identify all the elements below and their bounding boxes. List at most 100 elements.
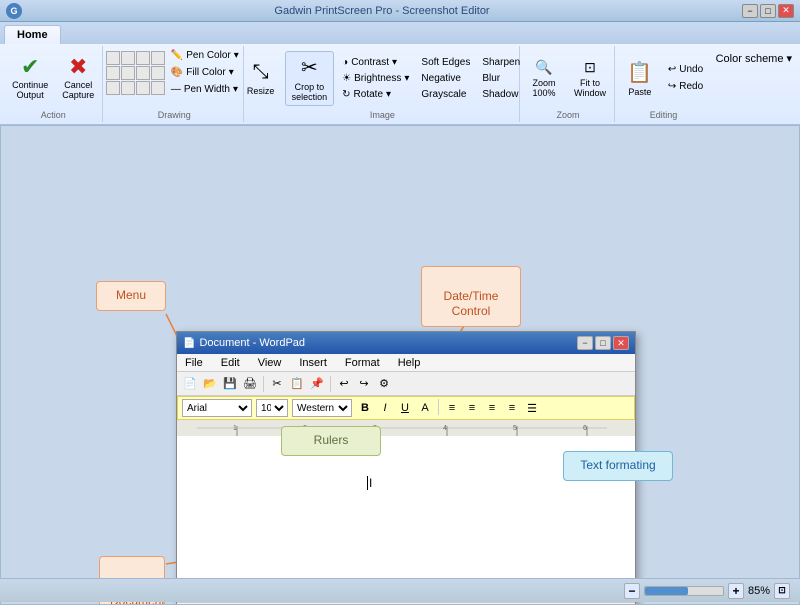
wp-menu-insert[interactable]: Insert — [295, 356, 331, 370]
wp-menu-file[interactable]: File — [181, 356, 207, 370]
zoom-out-button[interactable]: − — [624, 583, 640, 599]
resize-label: Resize — [247, 86, 275, 96]
wp-menu-edit[interactable]: Edit — [217, 356, 244, 370]
wp-print-btn[interactable]: 🖨 — [241, 375, 259, 393]
draw-tool-4[interactable] — [151, 51, 165, 65]
wp-italic-btn[interactable]: I — [376, 399, 394, 417]
draw-tool-5[interactable] — [106, 66, 120, 80]
fit-window-status-button[interactable]: ⊡ — [774, 583, 790, 599]
wordpad-menubar: File Edit View Insert Format Help — [177, 354, 635, 372]
wp-menu-view[interactable]: View — [254, 356, 286, 370]
wp-menu-help[interactable]: Help — [394, 356, 425, 370]
wp-font-select[interactable]: Arial — [182, 399, 252, 417]
wp-underline-btn[interactable]: U — [396, 399, 414, 417]
wp-align-right-btn[interactable]: ≡ — [483, 399, 501, 417]
draw-tool-7[interactable] — [136, 66, 150, 80]
color-scheme-area: Color scheme ▾ — [712, 46, 796, 122]
continue-output-button[interactable]: ✔ ContinueOutput — [6, 53, 54, 103]
wp-misc-btn[interactable]: ⚙ — [375, 375, 393, 393]
wp-list-btn[interactable]: ☰ — [523, 399, 541, 417]
wp-close-button[interactable]: ✕ — [613, 336, 629, 350]
zoom-control: − + 85% ⊡ — [624, 583, 790, 599]
title-bar-title: Gadwin PrintScreen Pro - Screenshot Edit… — [22, 5, 742, 17]
negative-button[interactable]: Negative — [417, 71, 474, 86]
editing-group-label: Editing — [650, 108, 678, 120]
crop-button[interactable]: ✂ Crop toselection — [285, 51, 335, 106]
wp-cut-btn[interactable]: ✂ — [268, 375, 286, 393]
wp-redo-btn[interactable]: ↪ — [355, 375, 373, 393]
wp-bold-btn[interactable]: B — [356, 399, 374, 417]
close-button[interactable]: ✕ — [778, 4, 794, 18]
draw-tool-2[interactable] — [121, 51, 135, 65]
ribbon-group-zoom: 🔍 Zoom100% ⊡ Fit toWindow Zoom — [522, 46, 616, 122]
fit-label: Fit toWindow — [574, 78, 606, 98]
pen-width-button[interactable]: — Pen Width ▾ — [167, 82, 243, 97]
contrast-button[interactable]: ◑ Contrast ▾ — [338, 55, 413, 70]
cancel-icon: ✖ — [69, 56, 87, 78]
shadow-button[interactable]: Shadow — [478, 87, 524, 102]
wordpad-format-bar: Arial 10 Western B I U A ≡ ≡ ≡ ≡ ☰ — [177, 396, 635, 420]
wp-minimize-button[interactable]: − — [577, 336, 593, 350]
resize-button[interactable]: ⤡ Resize — [241, 58, 281, 99]
wp-maximize-button[interactable]: □ — [595, 336, 611, 350]
wp-paste-btn[interactable]: 📌 — [308, 375, 326, 393]
zoom-in-button[interactable]: + — [728, 583, 744, 599]
maximize-button[interactable]: □ — [760, 4, 776, 18]
image-group-label: Image — [370, 108, 395, 120]
cancel-capture-button[interactable]: ✖ CancelCapture — [56, 53, 100, 103]
wordpad-controls: − □ ✕ — [577, 336, 629, 350]
draw-tool-1[interactable] — [106, 51, 120, 65]
zoom100-button[interactable]: 🔍 Zoom100% — [524, 56, 564, 101]
wordpad-title-text: 📄 Document - WordPad — [183, 337, 305, 349]
svg-text:5: 5 — [513, 425, 517, 432]
fill-color-button[interactable]: 🎨 Fill Color ▾ — [167, 65, 243, 80]
wordpad-ruler: 1 2 3 4 5 6 — [177, 420, 635, 436]
ribbon: Home ✔ ContinueOutput ✖ CancelCapture Ac… — [0, 22, 800, 125]
wp-encoding-select[interactable]: Western — [292, 399, 352, 417]
redo-button[interactable]: ↪ Redo — [664, 79, 707, 94]
grayscale-button[interactable]: Grayscale — [417, 87, 474, 102]
rotate-button[interactable]: ↻ Rotate ▾ — [338, 87, 413, 102]
wp-copy-btn[interactable]: 📋 — [288, 375, 306, 393]
wp-new-btn[interactable]: 📄 — [181, 375, 199, 393]
title-bar: G Gadwin PrintScreen Pro - Screenshot Ed… — [0, 0, 800, 22]
soft-edges-button[interactable]: Soft Edges — [417, 55, 474, 70]
wp-align-center-btn[interactable]: ≡ — [463, 399, 481, 417]
ribbon-group-image: ⤡ Resize ✂ Crop toselection ◑ Contrast ▾… — [246, 46, 519, 122]
wp-undo-btn[interactable]: ↩ — [335, 375, 353, 393]
brightness-button[interactable]: ☀ Brightness ▾ — [338, 71, 413, 86]
blur-button[interactable]: Blur — [478, 71, 524, 86]
zoom-slider[interactable] — [644, 586, 724, 596]
wp-color-btn[interactable]: A — [416, 399, 434, 417]
cancel-label: CancelCapture — [62, 80, 94, 100]
zoom100-icon: 🔍 — [535, 59, 552, 76]
fit-window-button[interactable]: ⊡ Fit toWindow — [568, 56, 612, 101]
wp-size-select[interactable]: 10 — [256, 399, 288, 417]
draw-tool-11[interactable] — [136, 81, 150, 95]
drawing-group-label: Drawing — [158, 108, 191, 120]
wp-open-btn[interactable]: 📂 — [201, 375, 219, 393]
undo-button[interactable]: ↩ Undo — [664, 62, 707, 77]
cursor-char: I — [369, 476, 372, 490]
draw-tool-3[interactable] — [136, 51, 150, 65]
wp-align-justify-btn[interactable]: ≡ — [503, 399, 521, 417]
zoom-group-label: Zoom — [556, 108, 579, 120]
paste-button[interactable]: 📋 Paste — [620, 57, 660, 100]
draw-tool-10[interactable] — [121, 81, 135, 95]
color-scheme-button[interactable]: Color scheme ▾ — [712, 50, 796, 67]
annotation-textformat: Text formating — [563, 451, 673, 481]
draw-tool-6[interactable] — [121, 66, 135, 80]
title-bar-left: G — [6, 3, 22, 19]
wp-align-left-btn[interactable]: ≡ — [443, 399, 461, 417]
wp-save-btn[interactable]: 💾 — [221, 375, 239, 393]
pen-color-button[interactable]: ✏️ Pen Color ▾ — [167, 48, 243, 63]
zoom-buttons: 🔍 Zoom100% ⊡ Fit toWindow — [524, 48, 612, 108]
tab-home[interactable]: Home — [4, 25, 61, 44]
draw-tool-12[interactable] — [151, 81, 165, 95]
wp-menu-format[interactable]: Format — [341, 356, 384, 370]
draw-tool-8[interactable] — [151, 66, 165, 80]
draw-tool-9[interactable] — [106, 81, 120, 95]
minimize-button[interactable]: − — [742, 4, 758, 18]
ribbon-content: ✔ ContinueOutput ✖ CancelCapture Action — [0, 44, 800, 124]
sharpen-button[interactable]: Sharpen — [478, 55, 524, 70]
